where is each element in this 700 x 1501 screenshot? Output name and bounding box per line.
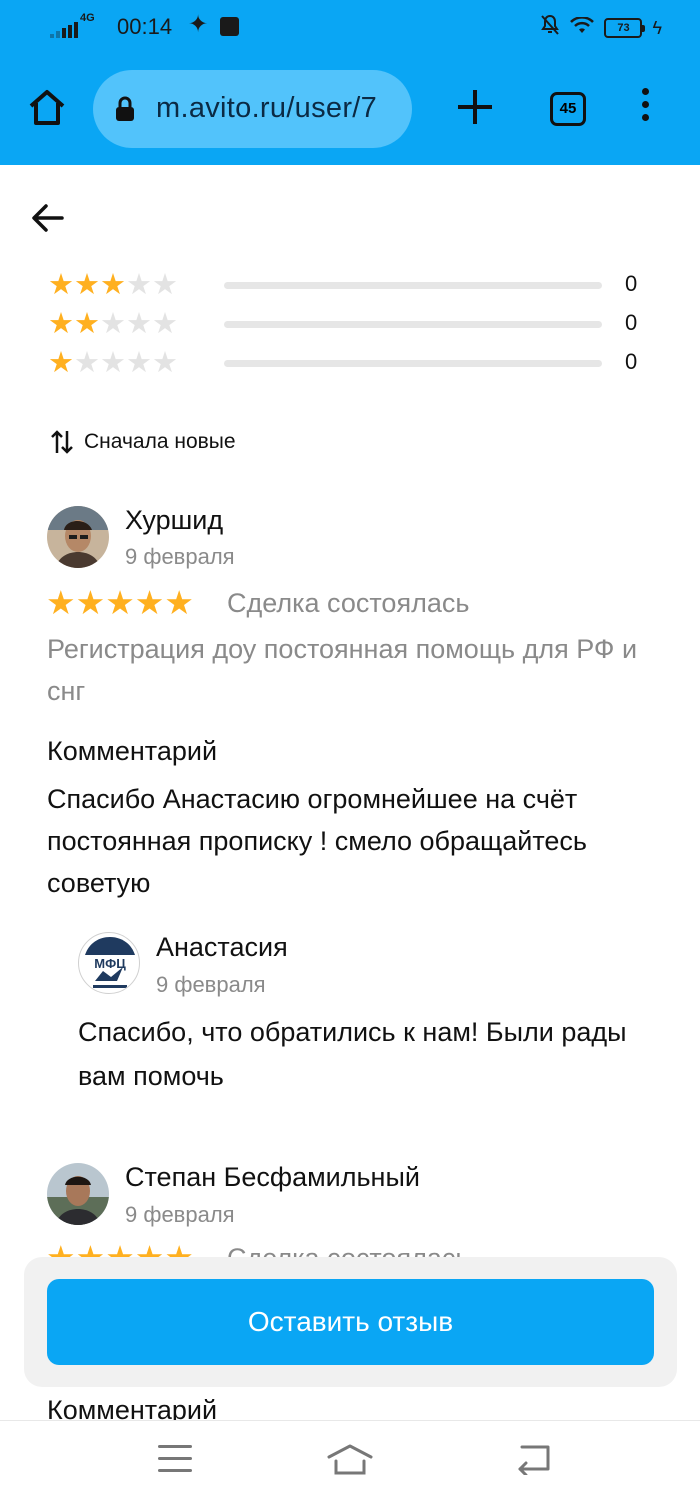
system-home-button[interactable] xyxy=(326,1443,374,1477)
sort-button[interactable]: Сначала новые xyxy=(50,429,236,455)
rating-row: ★★★★★ 0 xyxy=(48,270,648,300)
url-text: m.avito.ru/user/7 xyxy=(156,92,378,124)
star-filled-icon: ★ xyxy=(164,584,194,621)
deal-status: Сделка состоялась xyxy=(227,588,470,618)
star-empty-icon: ★ xyxy=(74,347,100,379)
comment-heading: Комментарий xyxy=(47,736,218,766)
sort-arrows-icon xyxy=(51,430,73,454)
signal-icon xyxy=(50,22,78,38)
reply-text: Спасибо, что обратились к нам! Были рады… xyxy=(78,1017,627,1091)
review-service: Регистрация доу постоянная помощь для РФ… xyxy=(47,634,638,706)
bell-muted-icon xyxy=(540,14,560,42)
rating-count: 0 xyxy=(625,310,638,335)
star-filled-icon: ★ xyxy=(100,269,126,301)
star-empty-icon: ★ xyxy=(100,347,126,379)
lock-icon xyxy=(116,96,134,121)
rating-row-stars: ★★★★★ xyxy=(48,270,178,300)
home-button[interactable] xyxy=(26,86,68,128)
rating-row-stars: ★★★★★ xyxy=(48,309,178,339)
home-icon xyxy=(29,90,65,125)
star-filled-icon: ★ xyxy=(74,269,100,301)
bottom-action-sheet: Оставить отзыв xyxy=(24,1257,677,1387)
browser-menu-button[interactable] xyxy=(638,88,652,130)
home-outline-icon xyxy=(327,1444,373,1475)
mail-notification-icon xyxy=(220,17,239,36)
address-bar[interactable]: m.avito.ru/user/7 xyxy=(93,70,412,148)
star-empty-icon: ★ xyxy=(152,347,178,379)
rating-row: ★★★★★ 0 xyxy=(48,309,648,339)
comment-text: Спасибо Анастасию огромнейшее на счёт по… xyxy=(47,784,587,898)
rating-progress-bar xyxy=(224,282,602,289)
star-filled-icon: ★ xyxy=(46,584,76,621)
star-empty-icon: ★ xyxy=(126,269,152,301)
review-date: 9 февраля xyxy=(125,1202,235,1227)
star-empty-icon: ★ xyxy=(126,347,152,379)
star-filled-icon: ★ xyxy=(105,584,135,621)
wifi-icon xyxy=(570,15,595,40)
rating-progress-bar xyxy=(224,360,602,367)
review-date: 9 февраля xyxy=(125,544,235,569)
reviewer-name[interactable]: Степан Бесфамильный xyxy=(125,1162,420,1193)
network-type: 4G xyxy=(80,12,95,24)
rating-row: ★★★★★ 0 xyxy=(48,348,648,378)
review-stars: ★★★★★ xyxy=(46,585,194,621)
tab-switcher-button[interactable]: 45 xyxy=(550,92,586,126)
system-navigation-bar xyxy=(0,1420,700,1501)
star-filled-icon: ★ xyxy=(48,308,74,340)
recent-apps-button[interactable] xyxy=(158,1445,192,1473)
arrow-left-icon xyxy=(32,204,64,232)
star-filled-icon: ★ xyxy=(75,584,106,621)
star-filled-icon: ★ xyxy=(134,584,165,621)
reply-date: 9 февраля xyxy=(156,972,266,997)
sparkle-icon: ✦ xyxy=(188,11,209,38)
star-empty-icon: ★ xyxy=(152,269,178,301)
charging-bolt-icon: ϟ xyxy=(652,17,662,38)
star-filled-icon: ★ xyxy=(48,269,74,301)
status-bar: 4G 00:14 ✦ 73 ϟ xyxy=(0,0,700,56)
star-filled-icon: ★ xyxy=(74,308,100,340)
status-time: 00:14 xyxy=(117,14,173,39)
new-tab-button[interactable] xyxy=(454,86,496,128)
back-button[interactable] xyxy=(28,198,68,238)
avatar xyxy=(47,506,109,568)
star-filled-icon: ★ xyxy=(48,347,74,379)
sort-label: Сначала новые xyxy=(84,430,236,453)
avatar xyxy=(47,1163,109,1225)
star-empty-icon: ★ xyxy=(126,308,152,340)
star-empty-icon: ★ xyxy=(100,308,126,340)
browser-header: 4G 00:14 ✦ 73 ϟ m.avito.ru/user/7 45 xyxy=(0,0,700,165)
reviewer-name[interactable]: Хуршид xyxy=(125,505,223,536)
star-empty-icon: ★ xyxy=(152,308,178,340)
system-back-button[interactable] xyxy=(514,1443,554,1477)
back-return-icon xyxy=(518,1445,550,1477)
seller-logo: МФЦ xyxy=(78,932,140,994)
rating-count: 0 xyxy=(625,349,638,374)
battery-icon: 73 xyxy=(604,18,646,38)
browser-toolbar: m.avito.ru/user/7 45 xyxy=(0,56,700,165)
rating-progress-bar xyxy=(224,321,602,328)
rating-row-stars: ★★★★★ xyxy=(48,348,178,378)
rating-count: 0 xyxy=(625,271,638,296)
reply-author-name[interactable]: Анастасия xyxy=(156,932,288,963)
leave-review-button[interactable]: Оставить отзыв xyxy=(47,1279,654,1365)
